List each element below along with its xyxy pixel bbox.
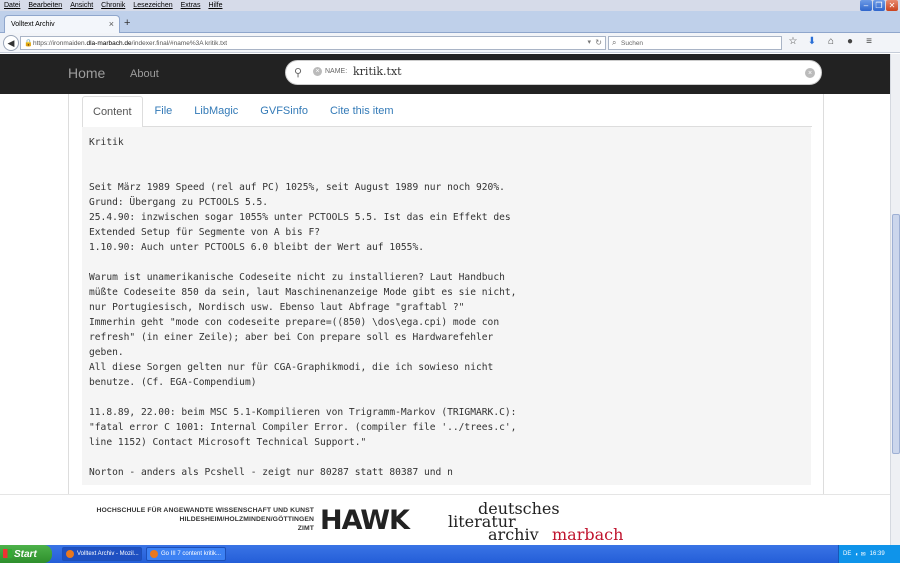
system-tray: DE ◐ ✉ 16:39 (838, 545, 900, 563)
remove-tag-icon[interactable]: × (313, 67, 322, 76)
browser-tab-bar: Volltext Archiv × + (0, 11, 900, 33)
language-indicator[interactable]: DE (843, 551, 851, 557)
main-container: Content File LibMagic GVFSinfo Cite this… (68, 94, 824, 545)
search-icon: ⚲ (294, 67, 303, 79)
tab-gvfsinfo[interactable]: GVFSinfo (250, 96, 318, 127)
url-dropdown-icon[interactable]: ▾ (587, 38, 591, 46)
menu-bar: Datei Bearbeiten Ansicht Chronik Lesezei… (0, 0, 900, 11)
about-link[interactable]: About (130, 68, 159, 80)
browser-tab-title: Volltext Archiv (11, 21, 55, 28)
scrollbar-thumb[interactable] (892, 214, 900, 454)
clear-search-icon[interactable]: × (805, 68, 815, 78)
close-window-button[interactable]: ✕ (886, 0, 898, 11)
lock-icon: 🔒 (24, 40, 33, 47)
search-query[interactable]: kritik.txt (353, 65, 402, 78)
bookmark-star-icon[interactable]: ☆ (786, 36, 800, 47)
maximize-button[interactable]: ❐ (873, 0, 885, 11)
firefox-icon (150, 550, 158, 558)
content-panel: Kritik Seit März 1989 Speed (rel auf PC)… (82, 127, 811, 485)
windows-flag-icon (3, 549, 12, 558)
tab-libmagic[interactable]: LibMagic (184, 96, 248, 127)
menu-lesezeichen[interactable]: Lesezeichen (133, 2, 172, 9)
menu-extras[interactable]: Extras (181, 2, 201, 9)
dla-line-3: archiv (488, 525, 539, 544)
search-tag-label: NAME: (325, 68, 348, 75)
toolbar-icons: ☆ ⬇ ⌂ ● ≡ (786, 36, 876, 47)
url-prefix: https://ironmaiden. (33, 39, 87, 47)
content-tabs: Content File LibMagic GVFSinfo Cite this… (82, 96, 812, 128)
home-icon[interactable]: ⌂ (824, 36, 838, 47)
taskbar-item-firefox[interactable]: Volltext Archiv - Mozil... (62, 547, 142, 561)
taskbar-item-second[interactable]: Go III 7 content kritik... (146, 547, 226, 561)
hamburger-menu-icon[interactable]: ≡ (862, 36, 876, 47)
tab-file[interactable]: File (145, 96, 183, 127)
minimize-button[interactable]: – (860, 0, 872, 11)
hawk-line-2: HILDESHEIM/HOLZMINDEN/GÖTTINGEN (179, 516, 314, 523)
chat-icon[interactable]: ● (843, 36, 857, 47)
browser-search-input[interactable]: ⌕ Suchen (608, 36, 782, 50)
footer: HOCHSCHULE FÜR ANGEWANDTE WISSENSCHAFT U… (0, 494, 890, 545)
page-scrollbar[interactable] (890, 54, 900, 545)
browser-nav-bar: ◀ 🔒 https://ironmaiden. dla-marbach.de/in… (0, 33, 900, 53)
hawk-logo[interactable]: HAWK (320, 505, 410, 536)
back-arrow-icon[interactable]: ◀ (3, 35, 19, 51)
url-suffix: /indexer.final/#name%3A kritik.txt (131, 39, 228, 47)
dla-line-4: marbach (552, 525, 624, 544)
menu-ansicht[interactable]: Ansicht (70, 2, 93, 9)
hawk-line-3: ZIMT (297, 525, 314, 532)
url-bar[interactable]: 🔒 https://ironmaiden. dla-marbach.de/inde… (20, 36, 606, 50)
windows-taskbar: Start Volltext Archiv - Mozil... Go III … (0, 545, 900, 563)
web-page: Home About ⚲ × NAME: kritik.txt × Conten… (0, 54, 890, 545)
site-navbar: Home About ⚲ × NAME: kritik.txt × (0, 54, 890, 94)
document-text: Kritik Seit März 1989 Speed (rel auf PC)… (89, 137, 517, 478)
menu-datei[interactable]: Datei (4, 2, 20, 9)
search-filter-tag[interactable]: × NAME: (313, 67, 347, 76)
tab-close-icon[interactable]: × (109, 19, 114, 29)
browser-search-placeholder: Suchen (621, 39, 644, 47)
reload-icon[interactable]: ↻ (595, 38, 602, 47)
url-host: dla-marbach.de (86, 39, 132, 47)
clock[interactable]: 16:39 (870, 551, 885, 557)
home-link[interactable]: Home (68, 65, 105, 81)
browser-tab[interactable]: Volltext Archiv × (4, 15, 120, 33)
menu-hilfe[interactable]: Hilfe (208, 2, 222, 9)
tab-content[interactable]: Content (82, 96, 143, 128)
start-button[interactable]: Start (0, 545, 52, 563)
search-icon: ⌕ (612, 38, 617, 47)
taskbar-item-label: Volltext Archiv - Mozil... (77, 551, 139, 557)
tray-icons[interactable]: ◐ ✉ (855, 551, 865, 558)
new-tab-icon[interactable]: + (124, 17, 130, 29)
site-search-input[interactable]: ⚲ × NAME: kritik.txt × (285, 60, 822, 85)
hawk-line-1: HOCHSCHULE FÜR ANGEWANDTE WISSENSCHAFT U… (96, 507, 314, 514)
tab-cite[interactable]: Cite this item (320, 96, 404, 127)
menu-chronik[interactable]: Chronik (101, 2, 125, 9)
firefox-icon (66, 550, 74, 558)
downloads-icon[interactable]: ⬇ (805, 36, 819, 47)
taskbar-item-label: Go III 7 content kritik... (161, 551, 222, 557)
hawk-institution-text: HOCHSCHULE FÜR ANGEWANDTE WISSENSCHAFT U… (76, 506, 314, 533)
menu-bearbeiten[interactable]: Bearbeiten (28, 2, 62, 9)
start-label: Start (14, 548, 37, 560)
